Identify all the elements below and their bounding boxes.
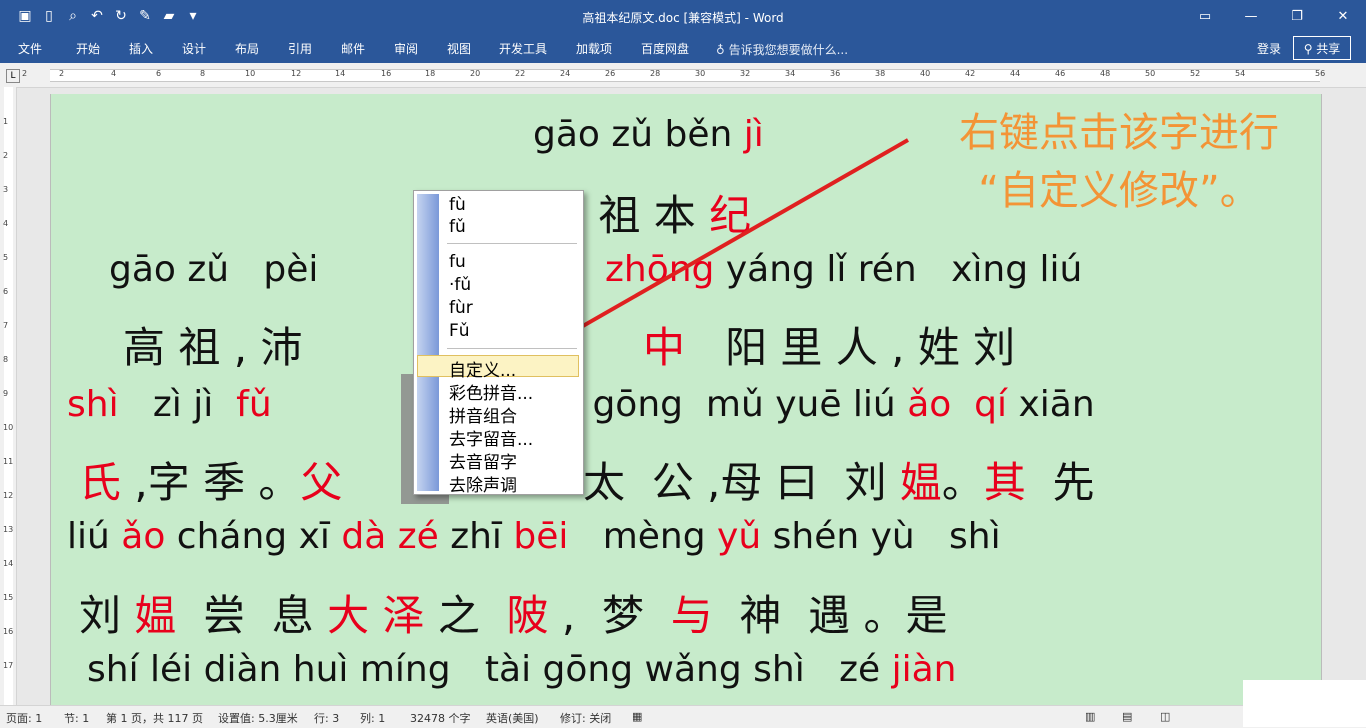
annotation-arrow [513,138,909,366]
status-word-count[interactable]: 32478 个字 [410,710,471,726]
menu-item-fur[interactable]: fùr [449,298,473,318]
menu-item-remove-tone[interactable]: 去除声调 [449,471,517,496]
pinyin-context-menu: fù fǔ fu ·fǔ fùr Fǔ 自定义... 彩色拼音... 拼音组合 … [413,190,584,496]
menu-separator [447,348,577,349]
blank-corner [1243,680,1366,727]
status-row[interactable]: 行: 3 [314,710,339,726]
status-page-of[interactable]: 第 1 页，共 117 页 [106,710,203,726]
status-bar: 页面: 1 节: 1 第 1 页，共 117 页 设置值: 5.3厘米 行: 3… [0,705,1366,728]
menu-item-dot-fu3[interactable]: ·fǔ [449,275,471,295]
status-section[interactable]: 节: 1 [64,710,89,726]
menu-item-custom[interactable]: 自定义... [449,356,516,381]
menu-icon-strip [417,194,439,491]
menu-item-fu[interactable]: fu [449,252,466,272]
menu-item-color-pinyin[interactable]: 彩色拼音... [449,379,533,404]
status-language[interactable]: 英语(美国) [486,710,539,726]
status-col[interactable]: 列: 1 [360,710,385,726]
status-setting[interactable]: 设置值: 5.3厘米 [218,710,298,726]
menu-item-cap-fu3[interactable]: Fǔ [449,321,470,341]
menu-item-fu4[interactable]: fù [449,195,466,215]
macro-icon[interactable]: ▦ [632,710,642,723]
menu-item-pinyin-combine[interactable]: 拼音组合 [449,402,517,427]
menu-separator [447,243,577,244]
status-page[interactable]: 页面: 1 [6,710,42,726]
menu-item-keep-pinyin[interactable]: 去字留音... [449,425,533,450]
menu-item-fu3[interactable]: fǔ [449,217,466,237]
print-layout-icon[interactable]: ▤ [1122,710,1132,723]
status-track-changes[interactable]: 修订: 关闭 [560,710,611,726]
web-layout-icon[interactable]: ◫ [1160,710,1170,723]
read-mode-icon[interactable]: ▥ [1085,710,1095,723]
menu-item-keep-char[interactable]: 去音留字 [449,448,517,473]
